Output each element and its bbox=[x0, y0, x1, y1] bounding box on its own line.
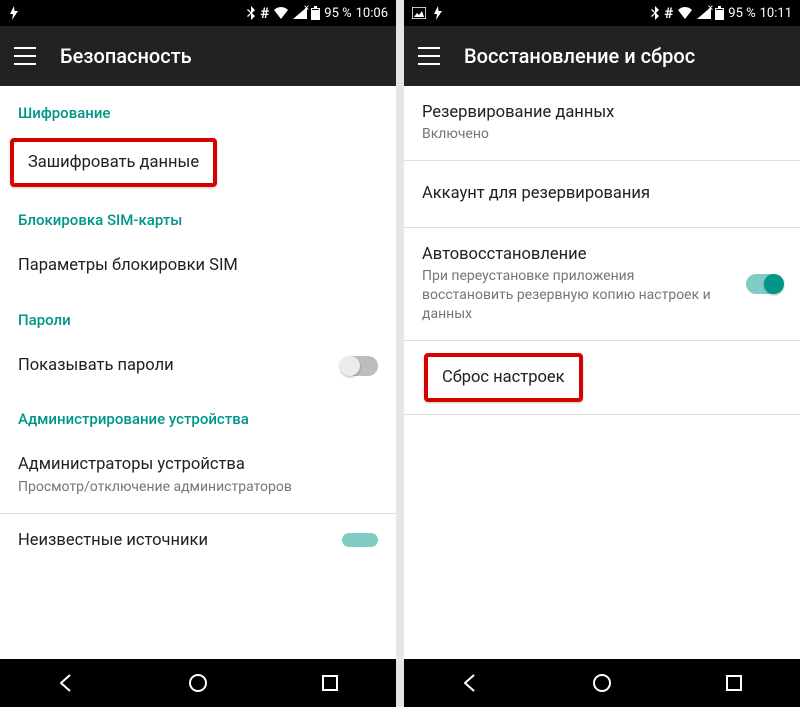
section-header-encryption: Шифрование bbox=[0, 86, 396, 132]
item-backup-data[interactable]: Резервирование данных Включено bbox=[404, 86, 800, 160]
section-header-device-admin: Администрирование устройства bbox=[0, 392, 396, 438]
status-bar: # 95 % 10:11 bbox=[404, 0, 800, 26]
item-auto-restore[interactable]: Автовосстановление При переустановке при… bbox=[404, 228, 800, 340]
settings-list: Шифрование Зашифровать данные Блокировка… bbox=[0, 86, 396, 659]
nav-recent-button[interactable] bbox=[721, 670, 747, 696]
item-auto-restore-label: Автовосстановление bbox=[422, 244, 782, 265]
bluetooth-icon bbox=[246, 6, 256, 20]
app-bar: Безопасность bbox=[0, 26, 396, 86]
nav-home-button[interactable] bbox=[185, 670, 211, 696]
item-backup-data-sub: Включено bbox=[422, 125, 782, 144]
wifi-icon bbox=[677, 7, 693, 19]
battery-percent: 95 % bbox=[324, 6, 351, 21]
section-header-passwords: Пароли bbox=[0, 293, 396, 339]
item-encrypt-data[interactable]: Зашифровать данные bbox=[10, 138, 217, 187]
app-bar: Восстановление и сброс bbox=[404, 26, 800, 86]
charging-icon bbox=[432, 6, 444, 20]
hash-icon: # bbox=[664, 4, 673, 22]
menu-icon[interactable] bbox=[14, 47, 36, 65]
item-show-passwords-label: Показывать пароли bbox=[18, 355, 378, 376]
page-title: Восстановление и сброс bbox=[464, 44, 695, 68]
item-backup-account[interactable]: Аккаунт для резервирования bbox=[404, 161, 800, 226]
nav-recent-button[interactable] bbox=[317, 670, 343, 696]
item-show-passwords[interactable]: Показывать пароли bbox=[0, 339, 396, 392]
item-encrypt-data-label: Зашифровать данные bbox=[28, 152, 199, 173]
phone-left: # 95 % 10:06 Безопасность Шифрование Заш… bbox=[0, 0, 396, 707]
item-backup-data-label: Резервирование данных bbox=[422, 102, 782, 123]
nav-bar bbox=[0, 659, 396, 707]
page-title: Безопасность bbox=[60, 44, 192, 68]
settings-list: Резервирование данных Включено Аккаунт д… bbox=[404, 86, 800, 659]
item-device-admins-label: Администраторы устройства bbox=[18, 454, 378, 475]
wifi-icon bbox=[273, 7, 289, 19]
item-device-admins[interactable]: Администраторы устройства Просмотр/отклю… bbox=[0, 438, 396, 512]
divider bbox=[404, 414, 800, 415]
charging-icon bbox=[8, 6, 20, 20]
signal-icon bbox=[293, 7, 307, 19]
image-icon bbox=[412, 7, 426, 19]
hash-icon: # bbox=[260, 4, 269, 22]
phone-right: # 95 % 10:11 Восстановление и сброс Резе… bbox=[404, 0, 800, 707]
toggle-auto-restore[interactable] bbox=[746, 274, 782, 294]
battery-icon bbox=[715, 6, 724, 20]
clock: 10:06 bbox=[356, 6, 388, 21]
item-auto-restore-sub: При переустановке приложения восстановит… bbox=[422, 267, 782, 324]
battery-icon bbox=[311, 6, 320, 20]
nav-home-button[interactable] bbox=[589, 670, 615, 696]
item-sim-lock-params[interactable]: Параметры блокировки SIM bbox=[0, 239, 396, 292]
item-factory-reset-label: Сброс настроек bbox=[442, 367, 565, 388]
toggle-show-passwords[interactable] bbox=[342, 356, 378, 376]
clock: 10:11 bbox=[760, 6, 792, 21]
signal-icon bbox=[697, 7, 711, 19]
status-bar: # 95 % 10:06 bbox=[0, 0, 396, 26]
item-unknown-sources-label: Неизвестные источники bbox=[18, 530, 378, 551]
battery-percent: 95 % bbox=[728, 6, 755, 21]
section-header-sim-lock: Блокировка SIM-карты bbox=[0, 193, 396, 239]
bluetooth-icon bbox=[650, 6, 660, 20]
toggle-unknown-sources-partial[interactable] bbox=[342, 533, 378, 547]
nav-bar bbox=[404, 659, 800, 707]
menu-icon[interactable] bbox=[418, 47, 440, 65]
item-sim-lock-params-label: Параметры блокировки SIM bbox=[18, 255, 378, 276]
item-factory-reset[interactable]: Сброс настроек bbox=[424, 353, 583, 402]
item-device-admins-sub: Просмотр/отключение администраторов bbox=[18, 478, 378, 497]
nav-back-button[interactable] bbox=[53, 670, 79, 696]
nav-back-button[interactable] bbox=[457, 670, 483, 696]
item-backup-account-label: Аккаунт для резервирования bbox=[422, 183, 782, 204]
item-unknown-sources[interactable]: Неизвестные источники bbox=[0, 514, 396, 553]
